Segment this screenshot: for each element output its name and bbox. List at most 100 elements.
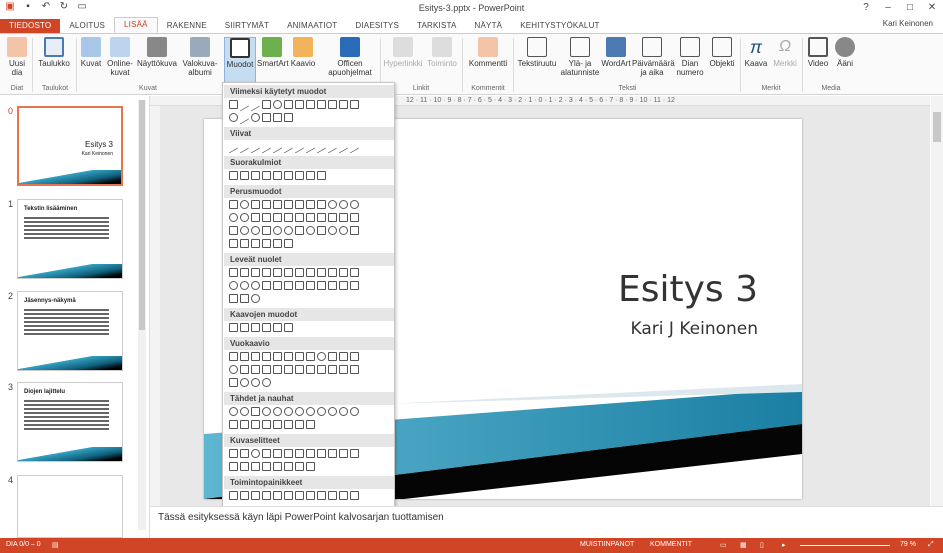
shape-row[interactable] (229, 378, 271, 387)
shape-row[interactable] (229, 294, 260, 303)
shape-row[interactable] (229, 420, 315, 429)
section-block-arrows: Leveät nuolet (224, 253, 394, 266)
slide-number-icon (680, 37, 700, 57)
thumb-number: 4 (8, 475, 14, 485)
symbol-button[interactable]: Ω Merkki (771, 37, 799, 68)
tab-review[interactable]: TARKISTA (408, 19, 466, 33)
group-images: Kuvat (139, 85, 157, 92)
camera-icon (147, 37, 167, 57)
slide-number-button[interactable]: Dian numero (674, 37, 706, 77)
wordart-button[interactable]: WordArt (601, 37, 631, 68)
section-stars-banners: Tähdet ja nauhat (224, 392, 394, 405)
slide-subtitle[interactable]: Kari J Keinonen (631, 319, 758, 339)
table-icon (44, 37, 64, 57)
slide-indicator: DIA 0/0 – 0 (6, 541, 41, 548)
group-comments: Kommentit (471, 85, 505, 92)
slide-thumbnail-0[interactable]: Esitys 3 Kari Keinonen (17, 106, 123, 186)
slide-scrollbar[interactable] (931, 96, 943, 506)
reading-view-icon[interactable]: ▯ (760, 541, 764, 549)
shape-row[interactable] (229, 365, 359, 374)
header-footer-button[interactable]: Ylä- ja alatunniste (560, 37, 600, 77)
minimize-icon[interactable]: – (877, 0, 899, 16)
ribbon-tabs: TIEDOSTO ALOITUS LISÄÄ RAKENNE SIIRTYMÄT… (0, 16, 943, 33)
notes-text[interactable]: Tässä esityksessä käyn läpi PowerPoint k… (158, 512, 444, 523)
equation-button[interactable]: π Kaava (742, 37, 770, 68)
hyperlink-icon (393, 37, 413, 57)
object-button[interactable]: Objekti (707, 37, 737, 68)
date-time-button[interactable]: Päivämäärä ja aika (632, 37, 675, 77)
zoom-level[interactable]: 79 % (900, 541, 916, 548)
shape-row[interactable] (229, 171, 326, 180)
action-button[interactable]: Toiminto (425, 37, 459, 68)
help-icon[interactable]: ? (855, 0, 877, 16)
user-name[interactable]: Kari Keinonen (883, 19, 933, 28)
screenshot-button[interactable]: Näyttökuva (136, 37, 178, 68)
hyperlink-button[interactable]: Hyperlinkki (382, 37, 424, 68)
tab-design[interactable]: RAKENNE (158, 19, 216, 33)
shape-row[interactable] (229, 213, 359, 222)
slide-title[interactable]: Esitys 3 (618, 269, 758, 310)
smartart-button[interactable]: SmartArt (257, 37, 289, 68)
zoom-slider[interactable] (800, 545, 890, 546)
restore-icon[interactable]: □ (899, 0, 921, 16)
shape-row[interactable] (229, 281, 359, 290)
tab-animations[interactable]: ANIMAATIOT (278, 19, 346, 33)
pictures-button[interactable]: Kuvat (78, 37, 104, 68)
notes-pane[interactable]: Tässä esityksessä käyn läpi PowerPoint k… (150, 506, 943, 538)
shape-row[interactable] (229, 239, 293, 248)
sorter-view-icon[interactable]: ▦ (740, 541, 747, 549)
shapes-button[interactable]: Muodot (224, 37, 256, 83)
comment-button[interactable]: Kommentti (466, 37, 510, 68)
chart-icon (293, 37, 313, 57)
tab-transitions[interactable]: SIIRTYMÄT (216, 19, 278, 33)
shape-row[interactable] (229, 110, 293, 125)
new-slide-button[interactable]: Uusi dia (3, 37, 31, 77)
comments-button[interactable]: KOMMENTIT (650, 541, 692, 548)
tab-file[interactable]: TIEDOSTO (0, 19, 61, 33)
tab-insert[interactable]: LISÄÄ (114, 17, 158, 33)
shape-row[interactable] (229, 449, 359, 458)
table-button[interactable]: Taulukko (35, 37, 73, 68)
thumbnails-scrollbar[interactable] (138, 100, 146, 530)
video-button[interactable]: Video (805, 37, 831, 68)
online-pictures-button[interactable]: Online-kuvat (105, 37, 135, 77)
office-apps-icon (340, 37, 360, 57)
tab-view[interactable]: NÄYTÄ (466, 19, 512, 33)
shape-row[interactable] (229, 491, 359, 500)
language-icon[interactable]: ▤ (52, 541, 59, 549)
chart-button[interactable]: Kaavio (288, 37, 318, 68)
notes-button[interactable]: MUISTIINPANOT (580, 541, 634, 548)
tab-developer[interactable]: KEHITYSTYÖKALUT (511, 19, 608, 33)
group-slides: Diat (10, 85, 24, 92)
shape-row[interactable] (229, 139, 359, 154)
fit-slide-icon[interactable]: ⤢ (928, 541, 934, 549)
slide-thumbnail-4[interactable] (17, 475, 123, 538)
photo-album-icon (190, 37, 210, 57)
header-footer-icon (570, 37, 590, 57)
photo-album-button[interactable]: Valokuva-albumi (180, 37, 220, 77)
thumb-number: 2 (8, 291, 14, 301)
shape-row[interactable] (229, 462, 315, 471)
normal-view-icon[interactable]: ▭ (720, 541, 727, 549)
shapes-icon (230, 38, 250, 58)
shape-row[interactable] (229, 226, 359, 235)
shape-row[interactable] (229, 407, 359, 416)
office-apps-button[interactable]: Officen apuohjelmat (322, 37, 378, 77)
slide-thumbnail-2[interactable]: Jäsennys-näkymä (17, 291, 123, 371)
shape-row[interactable] (229, 268, 359, 277)
text-box-button[interactable]: Tekstiruutu (515, 37, 559, 68)
slideshow-view-icon[interactable]: ▸ (782, 541, 786, 549)
shape-row[interactable] (229, 200, 359, 209)
video-icon (808, 37, 828, 57)
shape-row[interactable] (229, 323, 293, 332)
audio-button[interactable]: Ääni (832, 37, 858, 68)
close-icon[interactable]: ✕ (921, 0, 943, 16)
comment-icon (478, 37, 498, 57)
tab-home[interactable]: ALOITUS (60, 19, 114, 33)
slide-thumbnail-1[interactable]: Tekstin lisääminen (17, 199, 123, 279)
shape-row[interactable] (229, 352, 359, 361)
tab-slideshow[interactable]: DIAESITYS (346, 19, 408, 33)
slide-thumbnail-3[interactable]: Diojen lajittelu (17, 382, 123, 462)
shape-row[interactable] (229, 97, 359, 112)
pictures-icon (81, 37, 101, 57)
